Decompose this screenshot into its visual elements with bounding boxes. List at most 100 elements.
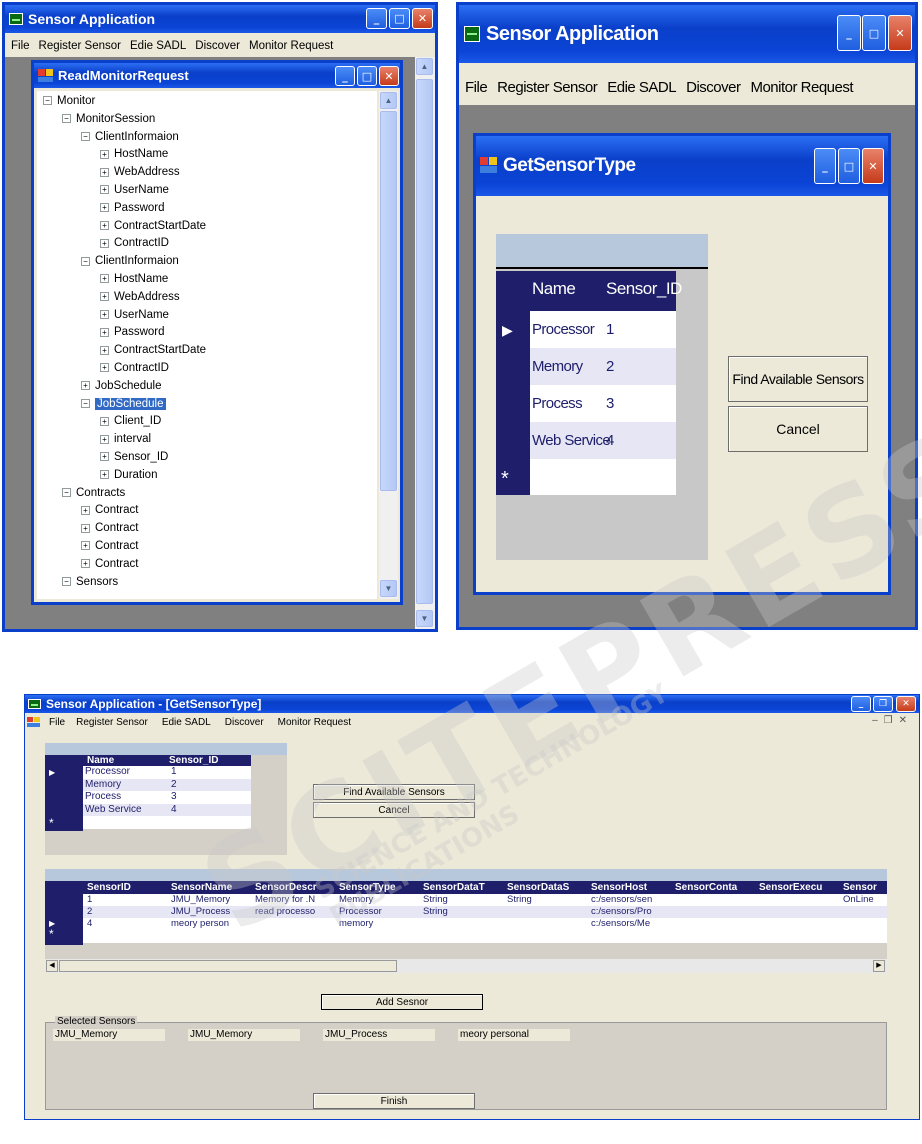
s-grid-cell[interactable]: c:/sensors/Pro (591, 906, 675, 917)
s-col-header[interactable]: SensorName (171, 882, 255, 893)
tree-node[interactable]: + Password (100, 326, 165, 338)
b-grid-cell-name[interactable]: Web Service (85, 804, 142, 815)
tree-scroll-up-icon[interactable]: ▲ (380, 92, 397, 109)
tree-node[interactable]: + ContractStartDate (100, 344, 206, 356)
b-cancel-button[interactable]: Cancel (313, 802, 475, 818)
expander-icon[interactable]: + (81, 381, 90, 391)
s-scroll-right-icon[interactable]: ▶ (873, 960, 885, 972)
tree-node[interactable]: + Contract (81, 522, 138, 534)
s-grid-cell[interactable]: c:/sensors/sen (591, 894, 675, 905)
gst-minimize-button[interactable]: _ (814, 148, 836, 184)
bottom-restore-button[interactable]: ❐ (873, 696, 893, 712)
tree-node[interactable]: − MonitorSession (62, 113, 155, 125)
s-grid-cell[interactable]: c:/sensors/Me (591, 918, 675, 929)
gst-close-button[interactable]: ✕ (862, 148, 884, 184)
expander-icon[interactable]: + (100, 363, 109, 373)
menu-monitor-request[interactable]: Monitor Request (278, 717, 351, 728)
minimize-button[interactable]: _ (366, 8, 387, 29)
tree-node[interactable]: − ClientInformaion (81, 131, 179, 143)
available-sensors-grid[interactable]: ▶ * ◀ ▶ SensorID SensorName SensorDescr Sen… (45, 869, 887, 973)
b-grid-cell-sensor-id[interactable]: 4 (171, 804, 177, 815)
s-grid-cell[interactable]: 4 (87, 918, 171, 929)
s-grid-cell[interactable]: String (423, 894, 507, 905)
s-grid-cell[interactable]: Memory (339, 894, 423, 905)
col-header-sensor-id[interactable]: Sensor_ID (606, 279, 682, 299)
scroll-down-icon[interactable]: ▼ (416, 610, 433, 627)
expander-icon[interactable]: − (62, 114, 71, 124)
tree-node[interactable]: + UserName (100, 309, 169, 321)
expander-icon[interactable]: + (100, 149, 109, 159)
cancel-button[interactable]: Cancel (728, 406, 868, 452)
grid-cell-name[interactable]: Process (532, 395, 583, 412)
s-col-header[interactable]: SensorDataT (423, 882, 507, 893)
menu-discover[interactable]: Discover (686, 79, 741, 96)
sensor-type-grid[interactable]: Name Sensor_ID ▶ * Processor 1 Memory 2 Proc… (496, 234, 708, 560)
menu-edie-sadl[interactable]: Edie SADL (162, 717, 211, 728)
b-find-available-sensors-button[interactable]: Find Available Sensors (313, 784, 475, 800)
child-close-button[interactable]: ✕ (379, 66, 399, 86)
expander-icon[interactable]: − (81, 256, 90, 266)
b-col-header-sensor-id[interactable]: Sensor_ID (169, 755, 218, 766)
s-hscroll[interactable]: ◀ ▶ (45, 959, 887, 973)
tree-node[interactable]: + Duration (100, 469, 157, 481)
tree-node[interactable]: − ClientInformaion (81, 255, 179, 267)
b-grid-new-row[interactable] (83, 816, 251, 829)
tree-node[interactable]: − JobSchedule (81, 397, 166, 410)
expander-icon[interactable]: + (100, 185, 109, 195)
right-close-button[interactable]: ✕ (888, 15, 912, 51)
scroll-thumb[interactable] (416, 79, 433, 604)
expander-icon[interactable]: + (100, 203, 109, 213)
b-grid-cell-sensor-id[interactable]: 2 (171, 779, 177, 790)
menu-edie-sadl[interactable]: Edie SADL (130, 40, 186, 52)
grid-cell-sensor-id[interactable]: 1 (606, 321, 614, 338)
expander-icon[interactable]: + (81, 559, 90, 569)
bottom-close-button[interactable]: ✕ (896, 696, 916, 712)
tree-node[interactable]: + ContractID (100, 237, 169, 249)
tree-node[interactable]: + JobSchedule (81, 380, 162, 392)
menu-monitor-request[interactable]: Monitor Request (249, 40, 333, 52)
tree-node[interactable]: + Contract (81, 558, 138, 570)
tree-node[interactable]: + HostName (100, 273, 168, 285)
menu-discover[interactable]: Discover (225, 717, 264, 728)
s-grid-cell[interactable]: String (507, 894, 591, 905)
s-grid-cell[interactable]: meory person (171, 918, 255, 929)
s-col-header[interactable]: SensorDescr (255, 882, 339, 893)
s-col-header[interactable]: SensorDataS (507, 882, 591, 893)
tree-scroll-down-icon[interactable]: ▼ (380, 580, 397, 597)
expander-icon[interactable]: + (100, 345, 109, 355)
b-grid-cell-name[interactable]: Processor (85, 766, 130, 777)
tree-node[interactable]: + HostName (100, 148, 168, 160)
s-col-header[interactable]: SensorType (339, 882, 423, 893)
s-grid-cell[interactable]: memory (339, 918, 423, 929)
expander-icon[interactable]: + (100, 292, 109, 302)
right-minimize-button[interactable]: _ (837, 15, 861, 51)
col-header-name[interactable]: Name (532, 279, 576, 299)
s-grid-cell[interactable]: 2 (87, 906, 171, 917)
gst-maximize-button[interactable]: □ (838, 148, 860, 184)
menu-monitor-request[interactable]: Monitor Request (750, 79, 853, 96)
tree-scroll-thumb[interactable] (380, 111, 397, 491)
grid-cell-sensor-id[interactable]: 4 (606, 432, 614, 449)
menu-register-sensor[interactable]: Register Sensor (76, 717, 148, 728)
s-col-header[interactable]: SensorHost (591, 882, 675, 893)
expander-icon[interactable]: + (100, 221, 109, 231)
tree-vscroll[interactable]: ▲ ▼ (379, 91, 398, 599)
tree-node[interactable]: + WebAddress (100, 166, 180, 178)
find-available-sensors-button[interactable]: Find Available Sensors (728, 356, 868, 402)
expander-icon[interactable]: + (81, 523, 90, 533)
expander-icon[interactable]: + (100, 416, 109, 426)
add-sensor-button[interactable]: Add Sesnor (321, 994, 483, 1010)
s-col-header[interactable]: Sensor (843, 882, 887, 893)
tree-node[interactable]: + ContractID (100, 362, 169, 374)
expander-icon[interactable]: − (62, 577, 71, 587)
s-grid-cell[interactable]: read processo (255, 906, 339, 917)
menu-register-sensor[interactable]: Register Sensor (39, 40, 121, 52)
tree-node[interactable]: − Monitor (43, 95, 95, 107)
s-scroll-left-icon[interactable]: ◀ (46, 960, 58, 972)
s-grid-cell[interactable]: JMU_Memory (171, 894, 255, 905)
expander-icon[interactable]: + (100, 470, 109, 480)
selected-sensor-item[interactable]: JMU_Memory (188, 1029, 300, 1041)
tree-node[interactable]: + UserName (100, 184, 169, 196)
tree-node[interactable]: − Sensors (62, 576, 118, 588)
expander-icon[interactable]: + (100, 434, 109, 444)
